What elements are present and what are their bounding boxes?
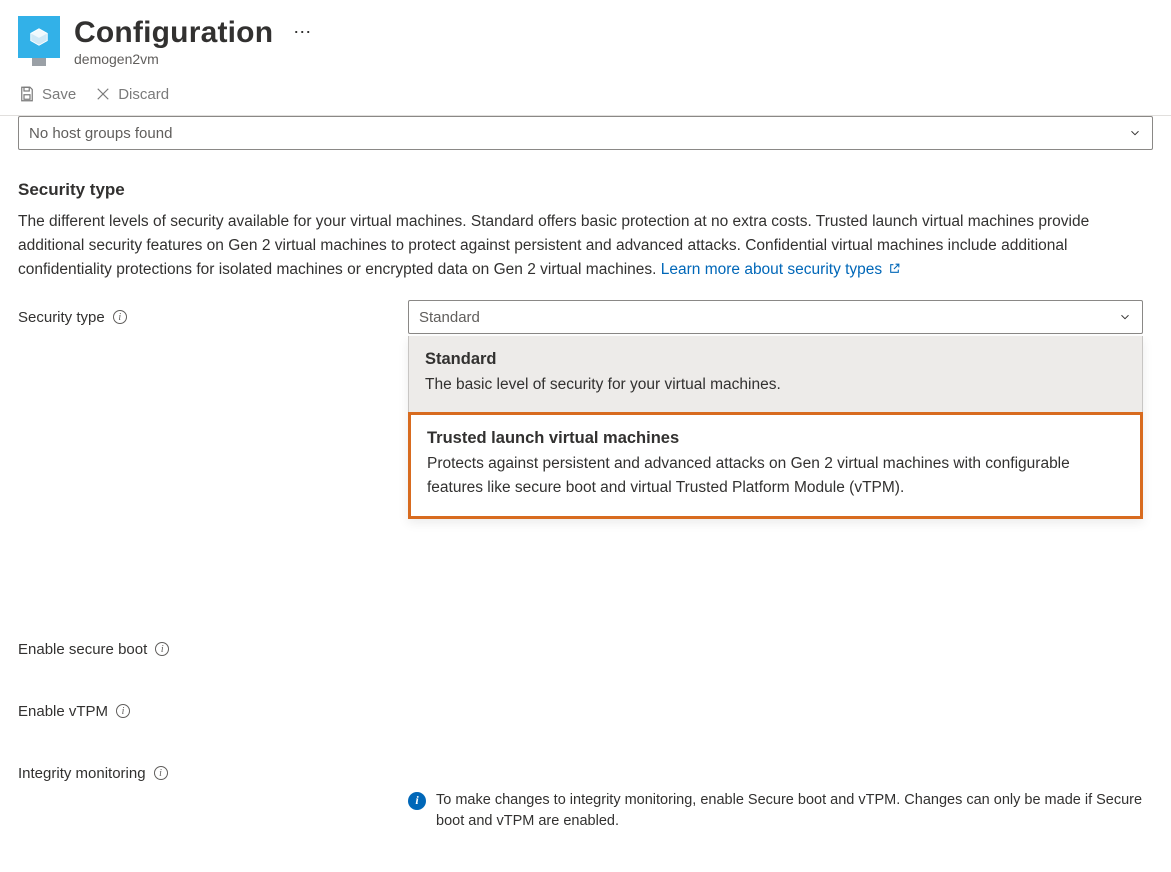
- security-option-trusted-launch[interactable]: Trusted launch virtual machines Protects…: [408, 412, 1143, 519]
- external-link-icon: [888, 262, 901, 275]
- chevron-down-icon: [1118, 310, 1132, 324]
- integrity-monitoring-label: Integrity monitoring i: [18, 756, 398, 790]
- integrity-info-text: To make changes to integrity monitoring,…: [436, 790, 1148, 832]
- security-type-description: The different levels of security availab…: [18, 210, 1138, 282]
- host-group-selected: No host groups found: [29, 125, 172, 142]
- learn-more-link[interactable]: Learn more about security types: [661, 261, 902, 278]
- save-label: Save: [42, 86, 76, 103]
- page-header: Configuration ⋯ demogen2vm: [18, 16, 1153, 67]
- info-icon[interactable]: i: [113, 310, 127, 324]
- info-icon: i: [408, 792, 426, 810]
- option-title: Trusted launch virtual machines: [427, 429, 1124, 448]
- info-icon[interactable]: i: [155, 642, 169, 656]
- info-icon[interactable]: i: [116, 704, 130, 718]
- option-title: Standard: [425, 350, 1126, 369]
- info-icon[interactable]: i: [154, 766, 168, 780]
- integrity-info-callout: i To make changes to integrity monitorin…: [408, 790, 1148, 832]
- more-actions-button[interactable]: ⋯: [293, 22, 311, 43]
- toolbar: Save Discard: [18, 79, 1153, 113]
- security-type-selected: Standard: [419, 309, 480, 326]
- chevron-down-icon: [1128, 126, 1142, 140]
- option-desc: Protects against persistent and advanced…: [427, 452, 1124, 500]
- save-icon: [18, 85, 36, 103]
- option-desc: The basic level of security for your vir…: [425, 373, 1126, 397]
- security-type-heading: Security type: [18, 180, 1153, 200]
- security-type-options: Standard The basic level of security for…: [408, 336, 1143, 519]
- discard-label: Discard: [118, 86, 169, 103]
- security-type-label: Security type i: [18, 300, 398, 334]
- close-icon: [94, 85, 112, 103]
- resource-subtitle: demogen2vm: [74, 51, 311, 67]
- security-type-dropdown[interactable]: Standard: [408, 300, 1143, 334]
- enable-secure-boot-label: Enable secure boot i: [18, 632, 398, 666]
- discard-button[interactable]: Discard: [94, 85, 169, 103]
- save-button[interactable]: Save: [18, 85, 76, 103]
- security-option-standard[interactable]: Standard The basic level of security for…: [409, 336, 1142, 413]
- resource-icon: [18, 16, 60, 58]
- host-group-dropdown[interactable]: No host groups found: [18, 116, 1153, 150]
- enable-vtpm-label: Enable vTPM i: [18, 694, 398, 728]
- page-title: Configuration: [74, 16, 273, 49]
